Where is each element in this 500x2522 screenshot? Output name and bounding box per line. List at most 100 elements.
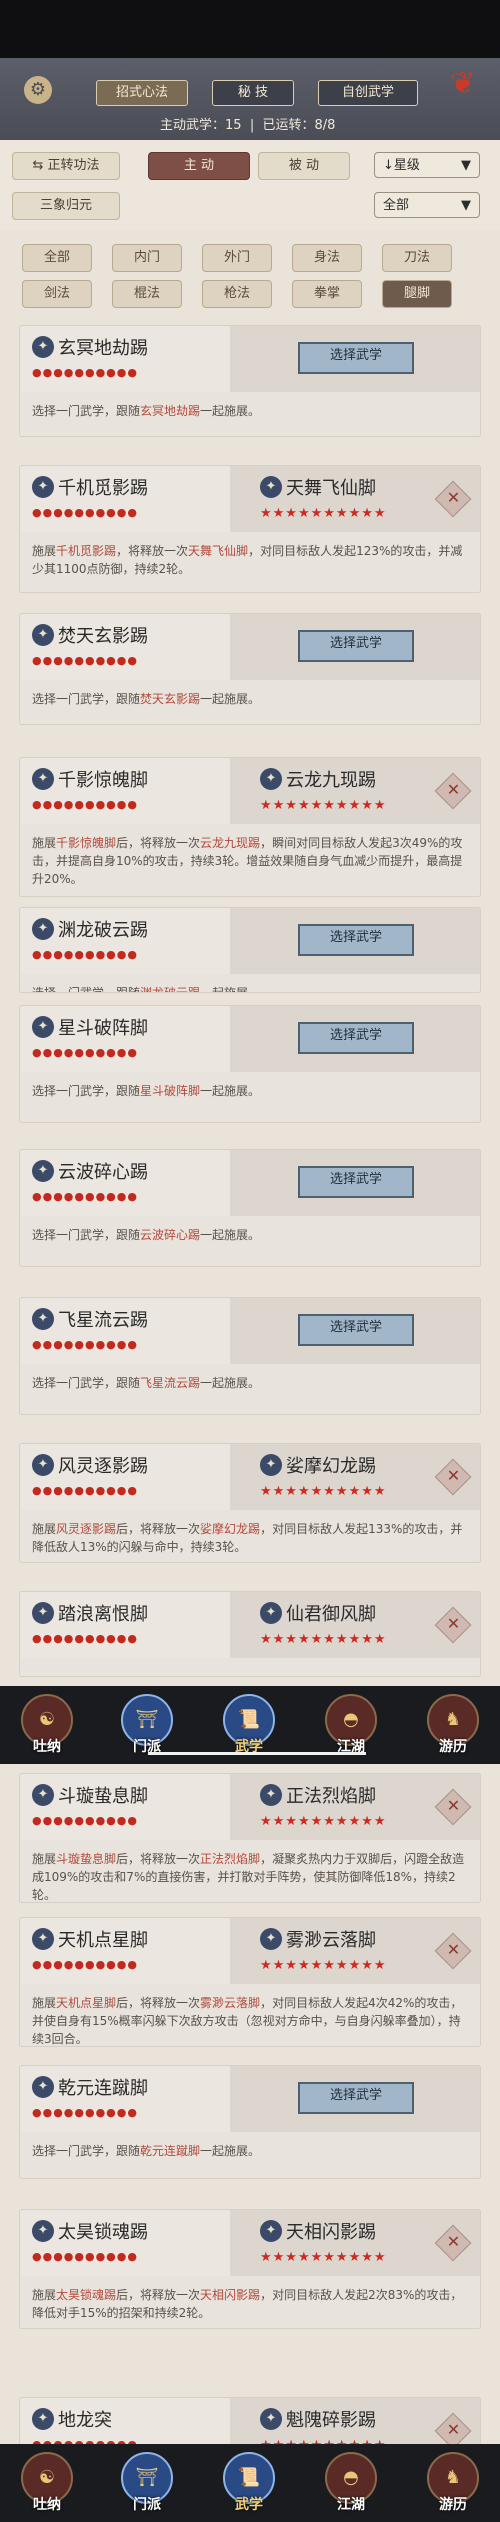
select-skill-button[interactable]: 选择武学: [298, 1314, 414, 1346]
category-staff[interactable]: 棍法: [112, 280, 182, 308]
skill-icon: ✦: [32, 624, 54, 646]
skill-icon: ✦: [32, 1928, 54, 1950]
skill-level-dots: ●●●●●●●●●●: [32, 798, 138, 811]
bottom-nav: ☯ 吐纳 ⛩ 门派 📜 武学 ◓ 江湖 ♞ 游历: [0, 1686, 500, 1764]
select-skill-button[interactable]: 选择武学: [298, 924, 414, 956]
skills-header: ⚙ 招式心法 秘 技 自创武学 主动武学：15 | 已运转：8/8 ❦: [0, 58, 500, 140]
nav-martial[interactable]: 📜 武学: [216, 1694, 282, 1760]
partner-skill-name: 魁隗碎影踢: [286, 2410, 376, 2431]
skill-card[interactable]: ✦ 天机点星脚 ●●●●●●●●●● ✦ 雾渺云落脚 ★★★★★★★★★★ ✕ 施展天机点星脚…: [20, 1918, 480, 2046]
select-skill-button[interactable]: 选择武学: [298, 630, 414, 662]
select-skill-button[interactable]: 选择武学: [298, 2082, 414, 2114]
select-skill-button[interactable]: 选择武学: [298, 342, 414, 374]
nav-sect[interactable]: ⛩ 门派: [114, 2452, 180, 2518]
scope-select[interactable]: 全部 ▼: [374, 192, 480, 218]
nav-travel[interactable]: ♞ 游历: [420, 1694, 486, 1760]
nav-tuna[interactable]: ☯ 吐纳: [14, 2452, 80, 2518]
partner-skill-stars: ★★★★★★★★★★: [260, 506, 387, 521]
skill-description: 施展天机点星脚后，将释放一次雾渺云落脚，对同目标敌人发起4次42%的攻击，并使自…: [32, 1996, 463, 2046]
category-fist[interactable]: 拳掌: [292, 280, 362, 308]
partner-skill-icon: ✦: [260, 1928, 282, 1950]
skill-card[interactable]: ✦ 千影惊魄脚 ●●●●●●●●●● ✦ 云龙九现踢 ★★★★★★★★★★ ✕ 施展千影惊魄脚…: [20, 758, 480, 896]
skill-level-dots: ●●●●●●●●●●: [32, 948, 138, 961]
skill-name: 玄冥地劫踢: [58, 338, 148, 359]
skill-description: 施展斗璇蛰息脚后，将释放一次正法烈焰脚，凝聚炙热内力于双脚后，闪蹬全敌造成109…: [32, 1852, 465, 1902]
nav-sect[interactable]: ⛩ 门派: [114, 1694, 180, 1760]
status-bar: [0, 0, 500, 58]
chevron-down-icon: ▼: [461, 198, 471, 213]
chinese-knot-icon[interactable]: ❦: [448, 66, 478, 126]
skill-card[interactable]: ✦ 风灵逐影踢 ●●●●●●●●●● ✦ 娑摩幻龙踢 ★★★★★★★★★★ ✕ 施展风灵逐影踢…: [20, 1444, 480, 1562]
partner-skill-icon: ✦: [260, 2220, 282, 2242]
skill-card[interactable]: ✦ 太昊锁魂踢 ●●●●●●●●●● ✦ 天相闪影踢 ★★★★★★★★★★ ✕ 施展太昊锁魂踢…: [20, 2210, 480, 2328]
category-sword[interactable]: 剑法: [22, 280, 92, 308]
close-icon: ✕: [447, 1466, 461, 1486]
skill-icon: ✦: [32, 476, 54, 498]
bottom-nav-repeat: ☯ 吐纳 ⛩ 门派 📜 武学 ◓ 江湖 ♞ 游历: [0, 2444, 500, 2522]
nav-travel[interactable]: ♞ 游历: [420, 2452, 486, 2518]
nav-martial[interactable]: 📜 武学: [216, 2452, 282, 2518]
chevron-down-icon: ▼: [461, 158, 471, 173]
skill-level-dots: ●●●●●●●●●●: [32, 1814, 138, 1827]
skill-icon: ✦: [32, 2408, 54, 2430]
settings-gear-icon[interactable]: ⚙: [24, 76, 52, 104]
skill-description: 施展风灵逐影踢后，将释放一次娑摩幻龙踢，对同目标敌人发起133%的攻击，并降低敌…: [32, 1522, 463, 1554]
tab-custom[interactable]: 自创武学: [318, 80, 418, 106]
active-tab-indicator: [148, 1752, 366, 1755]
skill-card[interactable]: ✦ 玄冥地劫踢 ●●●●●●●●●● 选择武学 选择一门武学，跟随玄冥地劫踢一起施展。: [20, 326, 480, 436]
sanxiang-button[interactable]: 三象归元: [12, 192, 120, 220]
skill-card[interactable]: ✦渊龙破云踢 ●●●●●●●●●● 选择武学选择一门武学，跟随渊龙破云踢一起施展。: [20, 908, 480, 992]
active-filter-button[interactable]: 主 动: [148, 152, 250, 180]
skill-description: 施展千影惊魄脚后，将释放一次云龙九现踢，瞬间对同目标敌人发起3次49%的攻击，并…: [32, 836, 463, 886]
skill-description: 选择一门武学，跟随玄冥地劫踢一起施展。: [32, 404, 261, 418]
skill-name: 斗璇蛰息脚: [58, 1786, 148, 1807]
nav-jianghu[interactable]: ◓ 江湖: [318, 1694, 384, 1760]
skill-icon: ✦: [32, 1454, 54, 1476]
tab-secret[interactable]: 秘 技: [212, 80, 294, 106]
skill-card[interactable]: ✦ 斗璇蛰息脚 ●●●●●●●●●● ✦ 正法烈焰脚 ★★★★★★★★★★ ✕ 施展斗璇蛰息脚…: [20, 1774, 480, 1902]
skill-card[interactable]: ✦ 星斗破阵脚 ●●●●●●●●●● 选择武学 选择一门武学，跟随星斗破阵脚一起施展。: [20, 1006, 480, 1122]
skill-level-dots: ●●●●●●●●●●: [32, 1632, 138, 1645]
skill-name: 乾元连蹴脚: [58, 2078, 148, 2099]
close-icon: ✕: [447, 1940, 461, 1960]
partner-skill-stars: ★★★★★★★★★★: [260, 1484, 387, 1499]
skill-card[interactable]: ✦ 千机觅影踢 ●●●●●●●●●● ✦ 天舞飞仙脚 ★★★★★★★★★★ ✕ 施展千机觅影踢…: [20, 466, 480, 592]
skill-card[interactable]: ✦ 焚天玄影踢 ●●●●●●●●●● 选择武学 选择一门武学，跟随焚天玄影踢一起施展。: [20, 614, 480, 724]
partner-skill-name: 正法烈焰脚: [286, 1786, 376, 1807]
close-icon: ✕: [447, 1796, 461, 1816]
category-all[interactable]: 全部: [22, 244, 92, 272]
partner-skill-name: 仙君御风脚: [286, 1604, 376, 1625]
skill-name: 踏浪离恨脚: [58, 1604, 148, 1625]
skill-name: 渊龙破云踢: [58, 920, 148, 941]
skill-card[interactable]: ✦ 云波碎心踢 ●●●●●●●●●● 选择武学 选择一门武学，跟随云波碎心踢一起施展。: [20, 1150, 480, 1266]
skill-icon: ✦: [32, 2220, 54, 2242]
nav-jianghu[interactable]: ◓ 江湖: [318, 2452, 384, 2518]
skill-name: 地龙突: [58, 2410, 112, 2431]
filter-row: ⇆ 正转功法 主 动 被 动 ↓星级 ▼ 三象归元 全部 ▼: [0, 140, 500, 230]
partner-skill-name: 娑摩幻龙踢: [286, 1456, 376, 1477]
category-blade[interactable]: 刀法: [382, 244, 452, 272]
partner-skill-stars: ★★★★★★★★★★: [260, 798, 387, 813]
skill-description: 施展太昊锁魂踢后，将释放一次天相闪影踢，对同目标敌人发起2次83%的攻击，降低对…: [32, 2288, 463, 2320]
sort-select[interactable]: ↓星级 ▼: [374, 152, 480, 178]
category-inner[interactable]: 内门: [112, 244, 182, 272]
skill-card[interactable]: ✦ 踏浪离恨脚 ●●●●●●●●●● ✦ 仙君御风脚 ★★★★★★★★★★ ✕: [20, 1592, 480, 1676]
skill-name: 太昊锁魂踢: [58, 2222, 148, 2243]
skill-card[interactable]: ✦ 乾元连蹴脚 ●●●●●●●●●● 选择武学 选择一门武学，跟随乾元连蹴脚一起施展。: [20, 2066, 480, 2178]
tab-moves[interactable]: 招式心法: [96, 80, 188, 106]
nav-tuna[interactable]: ☯ 吐纳: [14, 1694, 80, 1760]
skill-card[interactable]: ✦ 飞星流云踢 ●●●●●●●●●● 选择武学 选择一门武学，跟随飞星流云踢一起施展。: [20, 1298, 480, 1414]
select-skill-button[interactable]: 选择武学: [298, 1166, 414, 1198]
category-outer[interactable]: 外门: [202, 244, 272, 272]
category-spear[interactable]: 枪法: [202, 280, 272, 308]
skill-description: 选择一门武学，跟随云波碎心踢一起施展。: [32, 1228, 261, 1242]
partner-skill-name: 雾渺云落脚: [286, 1930, 376, 1951]
reverse-skill-button[interactable]: ⇆ 正转功法: [12, 152, 120, 180]
category-movement[interactable]: 身法: [292, 244, 362, 272]
skill-icon: ✦: [32, 1016, 54, 1038]
category-leg[interactable]: 腿脚: [382, 280, 452, 308]
select-skill-button[interactable]: 选择武学: [298, 1022, 414, 1054]
passive-filter-button[interactable]: 被 动: [258, 152, 350, 180]
skill-name: 风灵逐影踢: [58, 1456, 148, 1477]
skill-description: 选择一门武学，跟随乾元连蹴脚一起施展。: [32, 2144, 261, 2158]
